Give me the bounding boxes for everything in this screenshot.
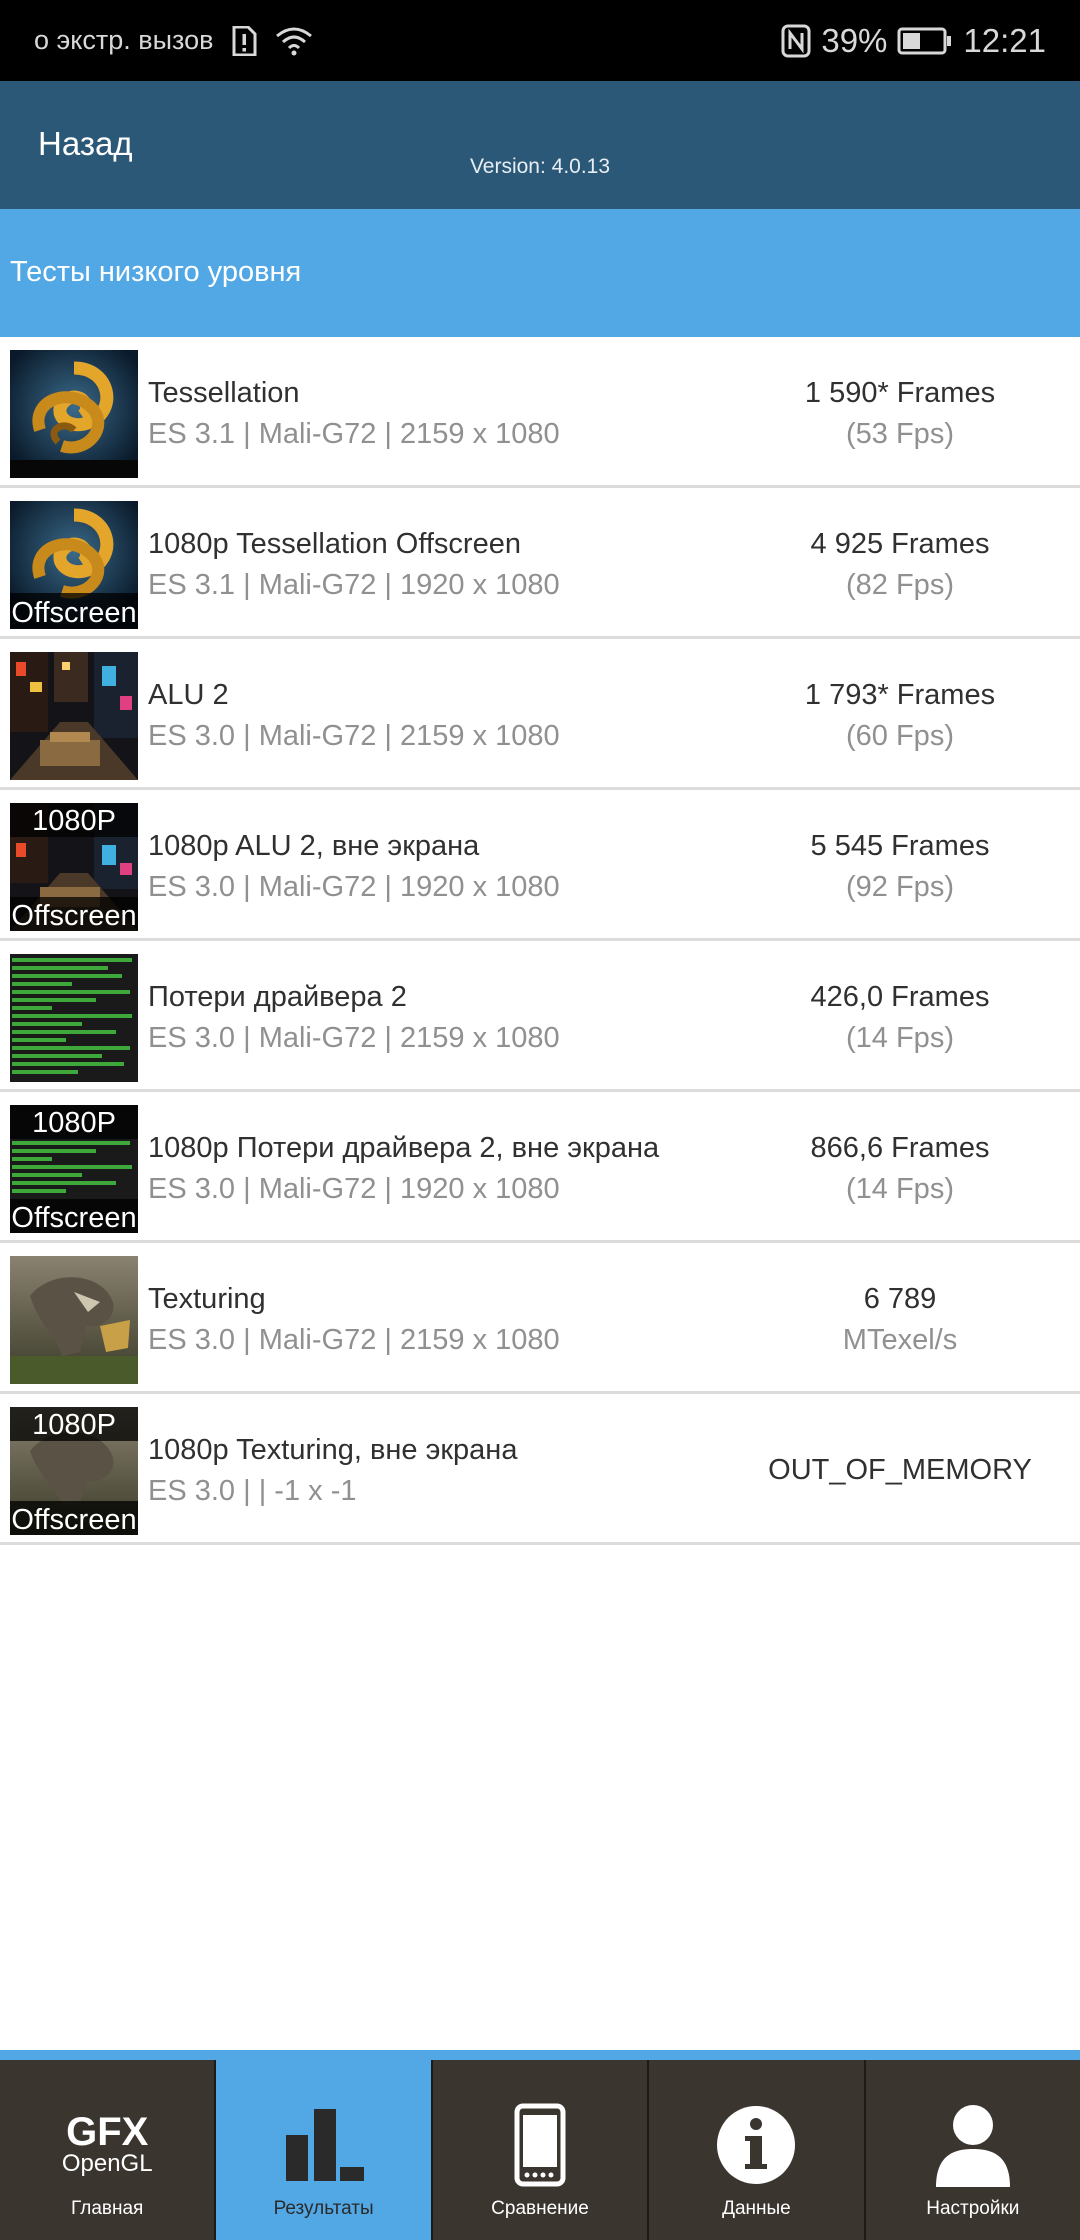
clock: 12:21: [963, 21, 1046, 59]
version-label: Version: 4.0.13: [469, 155, 611, 178]
test-result-detail: (14 Fps): [846, 1022, 954, 1054]
offscreen-badge: Offscreen: [11, 1504, 136, 1535]
nav-compare[interactable]: Сравнение: [433, 2060, 650, 2240]
results-list: Tessellation ES 3.1 | Mali-G72 | 2159 x …: [0, 337, 1080, 1545]
1080p-badge: 1080P: [32, 1107, 116, 1139]
app-header: Назад Version: 4.0.13: [0, 81, 1080, 209]
battery-percent: 39%: [821, 21, 888, 59]
gfx-logo-text: GFX: [66, 2110, 149, 2154]
list-item[interactable]: Texturing ES 3.0 | Mali-G72 | 2159 x 108…: [0, 1243, 1080, 1394]
tessellation-offscreen-thumbnail: Offscreen: [10, 501, 138, 629]
offscreen-badge: Offscreen: [11, 1202, 136, 1233]
battery-icon: [897, 26, 953, 56]
bottom-navigation: GFX OpenGL Главная Результаты Сравнение …: [0, 2050, 1080, 2240]
test-result: 6 789: [863, 1283, 937, 1315]
test-config: ES 3.0 | | -1 x -1: [148, 1475, 357, 1507]
test-result-detail: (92 Fps): [846, 871, 954, 903]
test-config: ES 3.0 | Mali-G72 | 1920 x 1080: [148, 871, 560, 903]
list-item[interactable]: Offscreen 1080p Tessellation Offscreen E…: [0, 488, 1080, 639]
nav-compare-label: Сравнение: [491, 2198, 589, 2219]
nav-info[interactable]: Данные: [649, 2060, 866, 2240]
info-icon: [649, 2100, 863, 2190]
nav-home-label: Главная: [71, 2198, 144, 2219]
driver-overhead-thumbnail: [10, 954, 138, 1082]
test-config: ES 3.0 | Mali-G72 | 1920 x 1080: [148, 1173, 560, 1205]
test-result-detail: (53 Fps): [846, 418, 954, 450]
list-item[interactable]: Потери драйвера 2 ES 3.0 | Mali-G72 | 21…: [0, 941, 1080, 1092]
test-name: ALU 2: [148, 679, 229, 711]
nav-settings[interactable]: Настройки: [866, 2060, 1080, 2240]
nav-results-label: Результаты: [273, 2198, 374, 2219]
test-config: ES 3.0 | Mali-G72 | 2159 x 1080: [148, 1022, 560, 1054]
nav-home[interactable]: GFX OpenGL Главная: [0, 2060, 217, 2240]
test-result: 1 590* Frames: [804, 377, 996, 409]
test-config: ES 3.1 | Mali-G72 | 1920 x 1080: [148, 569, 560, 601]
carrier-label: о экстр. вызов: [34, 25, 214, 55]
nav-results[interactable]: Результаты: [216, 2060, 433, 2240]
texturing-offscreen-thumbnail: 1080P Offscreen: [10, 1407, 138, 1535]
test-result-detail: (14 Fps): [846, 1173, 954, 1205]
offscreen-badge: Offscreen: [11, 900, 136, 931]
nfc-icon: [781, 24, 811, 58]
test-result: 866,6 Frames: [810, 1132, 990, 1164]
test-result: 426,0 Frames: [810, 981, 990, 1013]
test-name: 1080p Tessellation Offscreen: [148, 528, 521, 560]
wifi-icon: [275, 26, 313, 56]
nav-info-label: Данные: [722, 2198, 791, 2219]
opengl-logo-text: OpenGL: [61, 2150, 153, 2177]
alu2-thumbnail: [10, 652, 138, 780]
test-result: OUT_OF_MEMORY: [768, 1454, 1032, 1486]
1080p-badge: 1080P: [32, 805, 116, 837]
test-config: ES 3.0 | Mali-G72 | 2159 x 1080: [148, 720, 560, 752]
sim-alert-icon: [231, 25, 257, 56]
test-name: 1080p ALU 2, вне экрана: [148, 830, 480, 862]
bar-chart-icon: [216, 2100, 430, 2190]
1080p-badge: 1080P: [32, 1409, 116, 1441]
nav-settings-label: Настройки: [926, 2198, 1020, 2219]
section-header: Тесты низкого уровня: [0, 209, 1080, 337]
texturing-thumbnail: [10, 1256, 138, 1384]
test-result: 4 925 Frames: [810, 528, 990, 560]
offscreen-badge: Offscreen: [11, 597, 136, 629]
gfx-logo-icon: GFX OpenGL: [0, 2100, 214, 2190]
test-result: 5 545 Frames: [810, 830, 990, 862]
test-config: ES 3.1 | Mali-G72 | 2159 x 1080: [148, 418, 560, 450]
test-config: ES 3.0 | Mali-G72 | 2159 x 1080: [148, 1324, 560, 1356]
test-result: 1 793* Frames: [804, 679, 996, 711]
driver-overhead-offscreen-thumbnail: 1080P Offscreen: [10, 1105, 138, 1233]
phone-icon: [433, 2100, 647, 2190]
alu2-offscreen-thumbnail: 1080P Offscreen: [10, 803, 138, 931]
list-item[interactable]: 1080P Offscreen 1080p ALU 2, вне экрана …: [0, 790, 1080, 941]
list-item[interactable]: Tessellation ES 3.1 | Mali-G72 | 2159 x …: [0, 337, 1080, 488]
test-name: 1080p Потери драйвера 2, вне экрана: [148, 1132, 660, 1164]
user-icon: [866, 2100, 1080, 2190]
section-title: Тесты низкого уровня: [10, 256, 302, 288]
test-name: 1080p Texturing, вне экрана: [148, 1434, 518, 1466]
test-result-detail: MTexel/s: [842, 1324, 958, 1356]
list-item[interactable]: 1080P Offscreen 1080p Потери драйвера 2,…: [0, 1092, 1080, 1243]
test-name: Texturing: [148, 1283, 266, 1315]
test-name: Tessellation: [148, 377, 300, 409]
tessellation-thumbnail: [10, 350, 138, 478]
test-result-detail: (82 Fps): [846, 569, 954, 601]
list-item[interactable]: 1080P Offscreen 1080p Texturing, вне экр…: [0, 1394, 1080, 1545]
test-result-detail: (60 Fps): [846, 720, 954, 752]
status-bar: о экстр. вызов 39% 12:21: [0, 0, 1080, 81]
test-name: Потери драйвера 2: [148, 981, 407, 1013]
list-item[interactable]: ALU 2 ES 3.0 | Mali-G72 | 2159 x 1080 1 …: [0, 639, 1080, 790]
